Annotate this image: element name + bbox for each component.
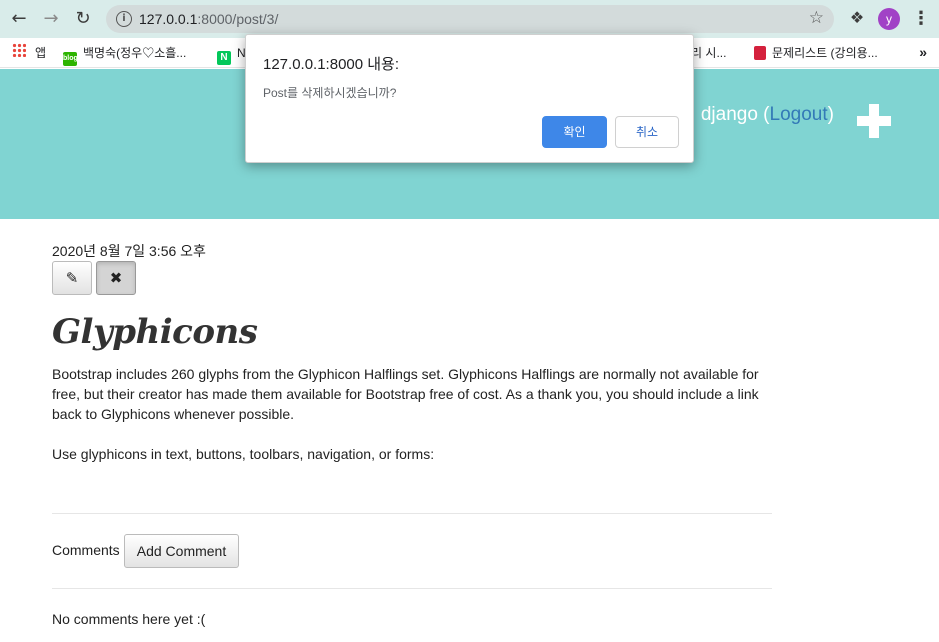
pencil-icon: ✎ [65,269,79,287]
dialog-message: Post를 삭제하시겠습니까? [263,86,397,100]
apps-grid-icon[interactable] [12,43,26,57]
logout-link[interactable]: Logout [770,104,828,125]
no-comments-text: No comments here yet :( [52,611,206,627]
confirm-dialog: 127.0.0.1:8000 내용: Post를 삭제하시겠습니까? 확인 취소 [245,34,694,163]
book-icon [754,46,766,60]
post-paragraph: Use glyphicons in text, buttons, toolbar… [52,446,435,462]
confirm-cancel-button[interactable]: 취소 [615,116,679,148]
blog-icon: blog [63,52,78,66]
bookmark-star-icon[interactable]: ☆ [809,8,824,28]
add-comment-button[interactable]: Add Comment [124,534,239,568]
forward-arrow-icon[interactable]: → [40,8,62,30]
new-post-plus-icon[interactable] [857,104,891,138]
url-text[interactable]: 127.0.0.1:8000/post/3/ [139,11,278,27]
browser-menu-icon[interactable]: ⋮ [912,8,930,30]
comments-label: Comments [52,542,120,558]
extensions-puzzle-icon[interactable]: ❖ [848,9,866,27]
back-arrow-icon[interactable]: ← [8,8,30,30]
confirm-ok-button[interactable]: 확인 [542,116,607,148]
post-date: 2020년 8월 7일 3:56 오후 [52,243,206,259]
post-title: Glyphicons [52,312,258,352]
post-paragraph: Bootstrap includes 260 glyphs from the G… [52,366,759,422]
profile-avatar[interactable]: y [878,8,900,30]
post-body: Bootstrap includes 260 glyphs from the G… [52,364,782,484]
edit-button[interactable]: ✎ [52,261,92,295]
user-greeting: !, django (Logout) [685,104,834,125]
divider [52,588,772,589]
info-icon[interactable]: i [116,11,132,27]
bookmark-problem-list[interactable]: 문제리스트 (강의용... [754,44,878,62]
browser-toolbar: ← → ↻ i 127.0.0.1:8000/post/3/ ☆ ❖ y ⋮ [0,0,939,38]
more-bookmarks-icon[interactable]: » [919,44,927,60]
naver-icon: N [217,51,231,65]
remove-x-icon: ✖ [109,269,123,287]
reload-icon[interactable]: ↻ [72,8,94,30]
bookmark-apps[interactable]: 앱 [35,44,46,62]
dialog-title: 127.0.0.1:8000 내용: [263,56,400,73]
divider [52,513,772,514]
delete-button[interactable]: ✖ [96,261,136,295]
address-bar[interactable]: i 127.0.0.1:8000/post/3/ ☆ [106,5,834,33]
bookmark-blog[interactable]: blog 백명숙(정우♡소흘... [63,44,186,66]
bookmark-naver[interactable]: NN [217,44,246,65]
